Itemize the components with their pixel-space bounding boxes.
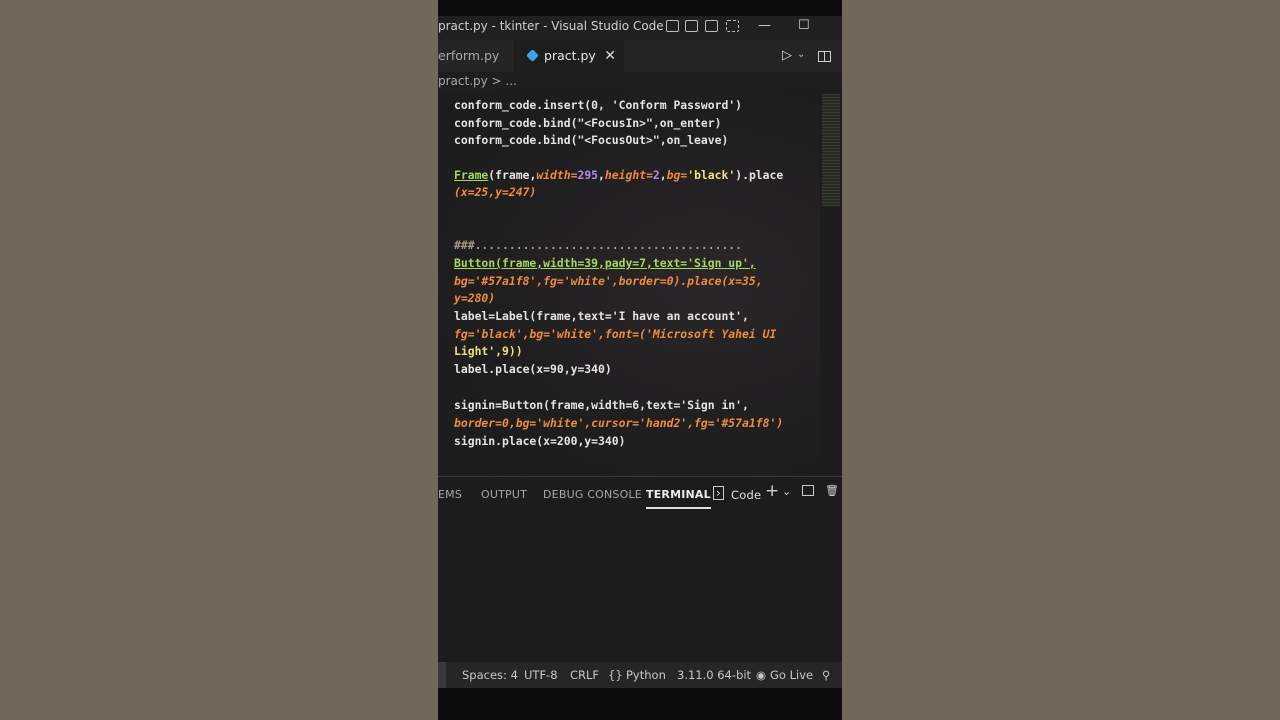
broadcast-icon: ◉ [756,668,767,682]
code-line: signin=Button(frame,width=6,text='Sign i… [454,398,749,412]
vscode-window: pract.py - tkinter - Visual Studio Code … [438,0,842,720]
customize-layout-icon[interactable] [726,20,739,32]
status-language[interactable]: Python [626,668,666,682]
braces-icon: {} [608,668,623,682]
kill-terminal-trash-icon[interactable]: 🗑 [825,484,839,497]
code-editor[interactable]: conform_code.insert(0, 'Conform Password… [438,90,820,476]
tab-problems[interactable]: EMS [438,488,462,501]
title-bar: pract.py - tkinter - Visual Studio Code … [438,16,842,40]
tab-erform[interactable]: erform.py [438,40,512,72]
code-line: signin.place(x=200,y=340) [454,434,626,448]
window-title: pract.py - tkinter - Visual Studio Code [438,19,664,33]
toggle-panel-icon[interactable] [685,20,698,32]
code-comment-line: ###.....................................… [454,238,743,252]
status-eol[interactable]: CRLF [570,668,599,682]
code-line: border=0,bg='white',cursor='hand2',fg='#… [454,416,784,430]
code-line: Button(frame,width=39,pady=7,text='Sign … [454,256,756,270]
code-line: Light',9)) [454,344,523,358]
code-line: conform_code.insert(0, 'Conform Password… [454,98,743,112]
code-line: label=Label(frame,text='I have an accoun… [454,309,749,323]
code-line: conform_code.bind("<FocusIn>",on_enter) [454,116,722,130]
toggle-secondary-sidebar-icon[interactable] [705,20,718,32]
terminal-dropdown-chevron-icon[interactable]: ⌄ [782,485,791,498]
tab-debug-console[interactable]: DEBUG CONSOLE [543,488,642,501]
tab-terminal[interactable]: TERMINAL [646,488,711,509]
code-line: Frame(frame,width=295,height=2,bg='black… [454,168,784,182]
code-line: label.place(x=90,y=340) [454,362,612,376]
code-line: fg='black',bg='white',font=('Microsoft Y… [454,327,777,341]
maximize-button[interactable]: ☐ [798,18,810,33]
terminal-shell-icon: › [713,486,724,500]
tab-label: pract.py [544,48,596,63]
tab-pract[interactable]: pract.py ✕ [514,40,624,72]
screen-bezel-bottom [438,688,842,720]
status-indentation[interactable]: Spaces: 4 [462,668,518,682]
background-right [842,0,1280,720]
code-line: y=280) [454,291,496,305]
screen-bezel-top [438,0,842,16]
split-editor-icon[interactable] [818,51,831,62]
code-line: conform_code.bind("<FocusOut>",on_leave) [454,133,729,147]
remote-indicator[interactable] [438,662,446,688]
split-terminal-icon[interactable] [802,485,814,496]
background-left [0,0,438,720]
status-bar: Spaces: 4 UTF-8 CRLF {} Python 3.11.0 64… [438,662,842,688]
code-line: (x=25,y=247) [454,185,537,199]
code-line: bg='#57a1f8',fg='white',border=0).place(… [454,274,763,288]
python-file-icon [526,49,539,62]
run-python-file-icon[interactable]: ▷ [782,48,792,63]
run-options-chevron-icon[interactable]: ⌄ [797,49,805,60]
tab-output[interactable]: OUTPUT [481,488,527,501]
bottom-panel: EMS OUTPUT DEBUG CONSOLE TERMINAL › Code… [438,476,842,663]
editor-tab-bar: erform.py pract.py ✕ ▷ ⌄ [438,40,842,118]
status-go-live[interactable]: Go Live [770,668,813,682]
new-terminal-button[interactable]: + [765,481,779,501]
status-interpreter[interactable]: 3.11.0 64-bit [677,668,751,682]
status-encoding[interactable]: UTF-8 [524,668,558,682]
minimize-button[interactable]: — [758,18,771,33]
close-tab-icon[interactable]: ✕ [604,40,616,72]
terminal-profile-label[interactable]: Code [731,488,761,502]
feedback-icon[interactable]: ⚲ [822,668,830,682]
tab-label: erform.py [438,48,500,63]
breadcrumb[interactable]: pract.py > ... [438,72,842,90]
toggle-sidebar-icon[interactable] [666,20,679,32]
minimap[interactable] [822,94,840,206]
